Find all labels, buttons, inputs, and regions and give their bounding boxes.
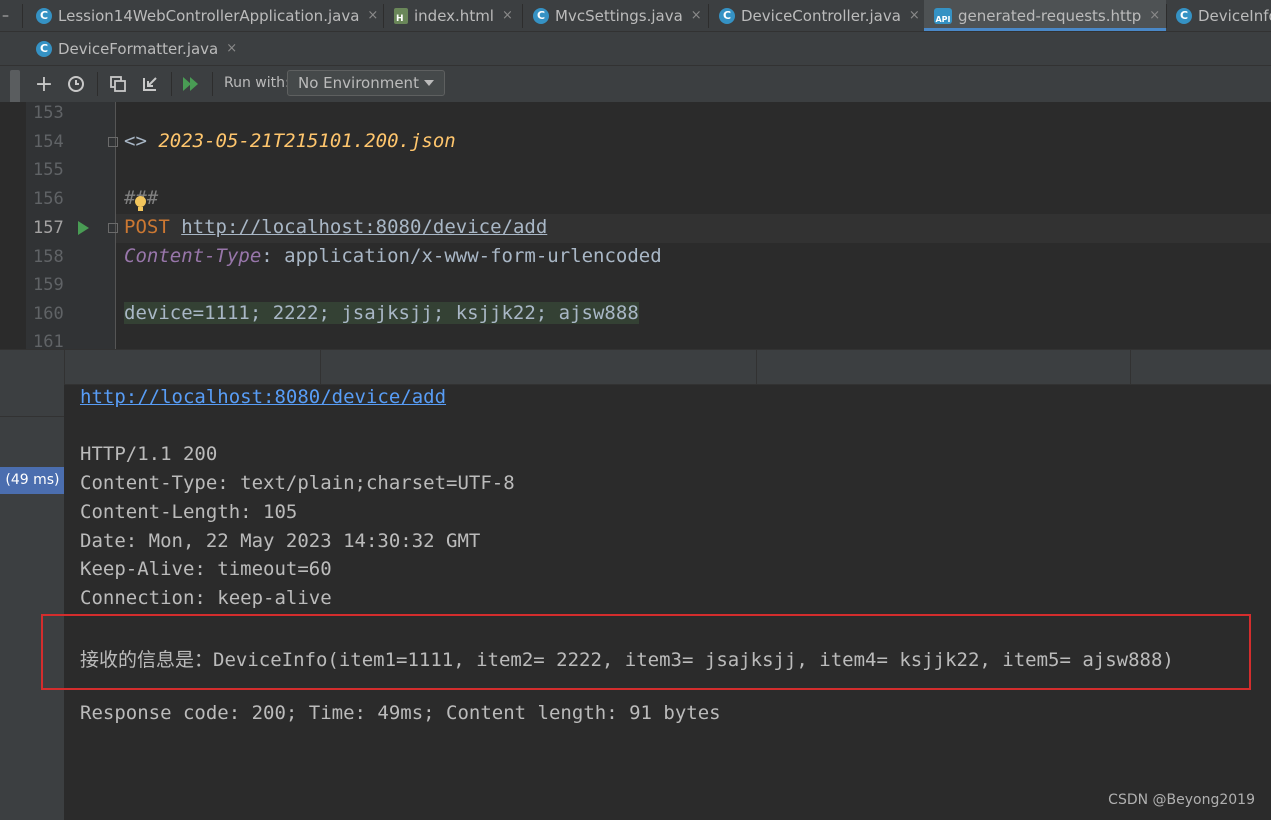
import-icon — [143, 77, 157, 91]
run-all-icon — [183, 77, 198, 91]
request-result-item[interactable]: 0 (49 ms) — [0, 467, 64, 494]
http-method: POST — [124, 216, 170, 238]
plus-icon: + — [34, 71, 54, 97]
line-number: 161 — [33, 332, 64, 349]
run-with-label: Run with: — [224, 75, 290, 91]
tab-label: DeviceInfo — [1198, 6, 1271, 25]
response-ref-file-link[interactable]: 2023-05-21T215101.200.json — [158, 130, 455, 152]
request-line: POST http://localhost:8080/device/add — [124, 216, 547, 238]
line-number: 157 — [33, 218, 64, 238]
java-class-icon: C — [533, 7, 549, 24]
line-number: 155 — [33, 160, 64, 180]
response-reference-line: <> 2023-05-21T215101.200.json — [124, 130, 456, 152]
java-class-icon: C — [36, 40, 52, 57]
html-file-icon: H — [394, 7, 408, 24]
tab-label: Lession14WebControllerApplication.java — [58, 6, 360, 25]
close-icon[interactable]: × — [691, 8, 702, 23]
response-header: Content-Length: 105 — [80, 501, 298, 523]
request-body: device=1111; 2222; jsajksjj; ksjjk22; aj… — [124, 302, 639, 324]
response-ref-prefix: <> — [124, 130, 159, 152]
response-url-link[interactable]: http://localhost:8080/device/add — [80, 386, 446, 408]
editor-tab-bar: – C Lession14WebControllerApplication.ja… — [0, 0, 1271, 32]
response-header: Keep-Alive: timeout=60 — [80, 558, 332, 580]
request-result-label: 0 (49 ms) — [0, 472, 60, 488]
tab-label: MvcSettings.java — [555, 6, 683, 25]
watermark: CSDN @Beyong2019 — [1108, 792, 1255, 808]
close-icon[interactable]: × — [1149, 8, 1160, 23]
response-body: 接收的信息是：DeviceInfo(item1=1111, item2= 222… — [80, 649, 1174, 671]
editor-tab-bar-row2: C DeviceFormatter.java × — [0, 32, 1271, 66]
line-number: 156 — [33, 189, 64, 209]
request-url[interactable]: http://localhost:8080/device/add — [181, 216, 547, 238]
header-colon: : — [261, 245, 285, 267]
tab-deviceinfo[interactable]: C DeviceInfo — [1167, 0, 1271, 31]
spring-boot-class-icon: C — [36, 7, 52, 24]
copy-icon — [110, 76, 126, 92]
tab-label: DeviceFormatter.java — [58, 39, 219, 58]
tab-lession14-application[interactable]: C Lession14WebControllerApplication.java… — [26, 0, 383, 31]
copy-button[interactable] — [108, 74, 128, 94]
tab-label: index.html — [414, 6, 494, 25]
services-tree-divider — [0, 416, 64, 417]
close-icon[interactable]: × — [226, 41, 237, 56]
response-summary: Response code: 200; Time: 49ms; Content … — [80, 702, 721, 724]
fold-marker-icon[interactable] — [108, 137, 118, 147]
tab-devicecontroller[interactable]: C DeviceController.java × — [709, 0, 923, 31]
close-icon[interactable]: × — [909, 8, 920, 23]
tab-mvcsettings[interactable]: C MvcSettings.java × — [523, 0, 708, 31]
fold-marker-icon[interactable] — [108, 223, 118, 233]
response-header: Content-Type: text/plain;charset=UTF-8 — [80, 472, 515, 494]
clock-icon — [68, 76, 84, 92]
tab-index-html[interactable]: H index.html × — [384, 0, 522, 31]
chevron-down-icon — [424, 80, 434, 86]
tab-generated-requests[interactable]: API generated-requests.http × — [924, 0, 1166, 31]
tab-label: generated-requests.http — [958, 6, 1142, 25]
line-number: 154 — [33, 132, 64, 152]
header-value: application/x-www-form-urlencoded — [284, 245, 662, 267]
services-panel-header — [0, 349, 1271, 385]
line-number: 159 — [33, 275, 64, 295]
line-number: 158 — [33, 247, 64, 267]
history-button[interactable] — [66, 74, 86, 94]
java-class-icon: C — [1176, 7, 1192, 24]
http-request-icon: API — [934, 7, 952, 24]
lightbulb-icon-base — [138, 207, 143, 211]
response-header: Date: Mon, 22 May 2023 14:30:32 GMT — [80, 530, 481, 552]
line-number: 153 — [33, 103, 64, 123]
lightbulb-icon[interactable] — [135, 196, 146, 207]
run-all-button[interactable] — [181, 74, 201, 94]
close-icon[interactable]: × — [367, 8, 378, 23]
java-class-icon: C — [719, 7, 735, 24]
code-editor[interactable]: 153 154 155 156 157 158 159 160 161 <> 2… — [0, 102, 1271, 349]
response-header: Connection: keep-alive — [80, 587, 332, 609]
environment-value: No Environment — [298, 74, 419, 92]
header-name: Content-Type — [124, 245, 262, 267]
environment-select[interactable]: No Environment — [287, 70, 445, 96]
run-request-icon[interactable] — [78, 221, 89, 235]
request-body-line: device=1111; 2222; jsajksjj; ksjjk22; aj… — [124, 302, 639, 324]
close-icon[interactable]: × — [502, 8, 513, 23]
services-tree-panel — [0, 384, 64, 820]
import-button[interactable] — [140, 74, 160, 94]
header-line: Content-Type: application/x-www-form-url… — [124, 245, 662, 267]
http-client-toolbar: + Run with: No Environment — [0, 66, 1271, 103]
tab-label: DeviceController.java — [741, 6, 901, 25]
minus-icon: – — [2, 7, 9, 24]
tab-overflow-menu[interactable]: – — [0, 0, 10, 31]
response-status-line: HTTP/1.1 200 — [80, 443, 218, 465]
line-number: 160 — [33, 304, 64, 324]
add-request-button[interactable]: + — [34, 71, 54, 97]
tab-deviceformatter[interactable]: C DeviceFormatter.java × — [26, 32, 244, 65]
